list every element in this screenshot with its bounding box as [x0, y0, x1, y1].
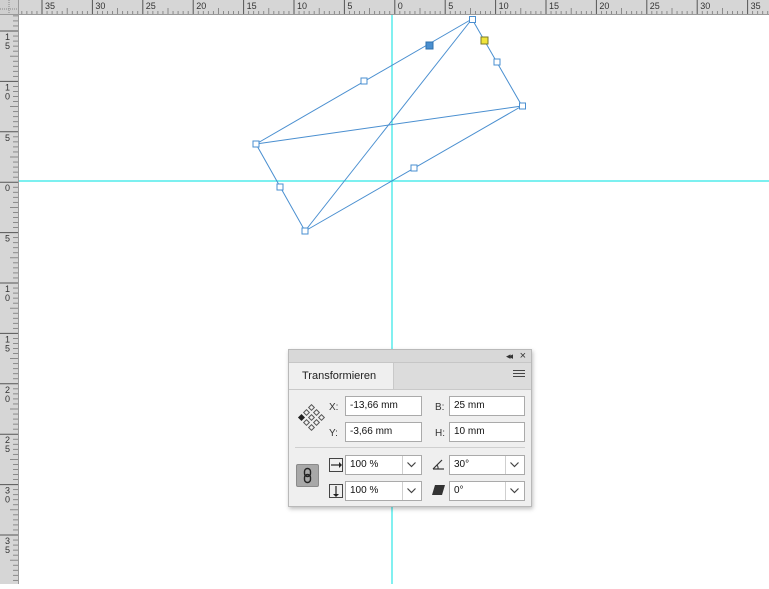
vertical-ruler[interactable]: 1510505101520253035 [0, 0, 19, 584]
panel-divider [295, 447, 525, 448]
ruler-label: 5 [5, 444, 10, 454]
shear-value: 0° [454, 485, 464, 496]
anchor-point[interactable] [360, 77, 368, 85]
ruler-label: 5 [347, 1, 352, 11]
chevron-down-icon[interactable] [402, 482, 421, 500]
ruler-label: 25 [650, 1, 660, 11]
ruler-label: 5 [5, 545, 10, 555]
y-position-field[interactable]: -3,66 mm [345, 422, 422, 442]
path-segment-diagonal [304, 18, 473, 232]
anchor-point[interactable] [410, 164, 418, 172]
ruler-label: 20 [196, 1, 206, 11]
reference-point-grid-icon[interactable] [296, 404, 326, 434]
width-label: B: [435, 402, 445, 413]
ruler-label: 0 [5, 495, 10, 505]
anchor-point[interactable] [276, 183, 284, 191]
double-chevron-left-icon[interactable]: ◂◂ [506, 350, 513, 362]
chevron-down-icon[interactable] [402, 456, 421, 474]
tab-transform[interactable]: Transformieren [289, 363, 394, 389]
scale-x-value: 100 % [350, 459, 379, 470]
ruler-label: 5 [5, 343, 10, 353]
panel-menu-icon[interactable] [513, 370, 525, 381]
ruler-label: 20 [599, 1, 609, 11]
ruler-label: 5 [448, 1, 453, 11]
rotate-value: 30° [454, 459, 470, 470]
height-field[interactable]: 10 mm [449, 422, 525, 442]
anchor-point[interactable] [252, 140, 260, 148]
ruler-label: 15 [247, 1, 257, 11]
ruler-label: 10 [297, 1, 307, 11]
rotate-angle-icon [432, 459, 444, 470]
anchor-point-reference[interactable] [480, 36, 489, 45]
ruler-label: 35 [751, 1, 761, 11]
ruler-label: 25 [146, 1, 156, 11]
scale-horizontal-icon [329, 458, 343, 472]
scale-y-value: 100 % [350, 485, 379, 496]
x-position-field[interactable]: -13,66 mm [345, 396, 422, 416]
x-label: X: [329, 402, 339, 413]
horizontal-ruler[interactable]: 35 30 25 20 15 10 5 0 5 10 15 20 25 30 35 [0, 0, 769, 15]
rotate-combo[interactable]: 30° [449, 455, 525, 475]
panel-tabstrip: Transformieren [289, 363, 531, 390]
ruler-label: 0 [5, 394, 10, 404]
chevron-down-icon[interactable] [505, 482, 524, 500]
ruler-label: 10 [499, 1, 509, 11]
ruler-label: 0 [5, 183, 10, 193]
panel-titlebar[interactable]: ◂◂ × [289, 350, 531, 363]
anchor-point[interactable] [469, 16, 476, 23]
ruler-label: 5 [5, 133, 10, 143]
scale-vertical-icon [329, 484, 343, 498]
close-icon[interactable]: × [520, 350, 526, 362]
ruler-label: 0 [5, 293, 10, 303]
scale-y-combo[interactable]: 100 % [345, 481, 422, 501]
shear-icon [432, 485, 445, 495]
ruler-origin-corner[interactable] [0, 0, 19, 15]
y-label: Y: [329, 428, 338, 439]
anchor-point[interactable] [301, 227, 309, 235]
ruler-label: 30 [700, 1, 710, 11]
shear-combo[interactable]: 0° [449, 481, 525, 501]
ruler-label: 5 [5, 234, 10, 244]
width-field[interactable]: 25 mm [449, 396, 525, 416]
transform-panel: ◂◂ × Transformieren X: -13,66 mm Y: -3,6… [288, 349, 532, 507]
anchor-point[interactable] [493, 58, 501, 66]
anchor-point[interactable] [519, 102, 526, 110]
ruler-label: 35 [45, 1, 55, 11]
ruler-label: 5 [5, 41, 10, 51]
anchor-point-selected[interactable] [425, 41, 434, 50]
scale-x-combo[interactable]: 100 % [345, 455, 422, 475]
ruler-label: 0 [5, 91, 10, 101]
chevron-down-icon[interactable] [505, 456, 524, 474]
height-label: H: [435, 428, 445, 439]
chain-link-icon[interactable] [296, 464, 319, 487]
ruler-label: 30 [95, 1, 105, 11]
ruler-label: 15 [549, 1, 559, 11]
ruler-label: 0 [398, 1, 403, 11]
